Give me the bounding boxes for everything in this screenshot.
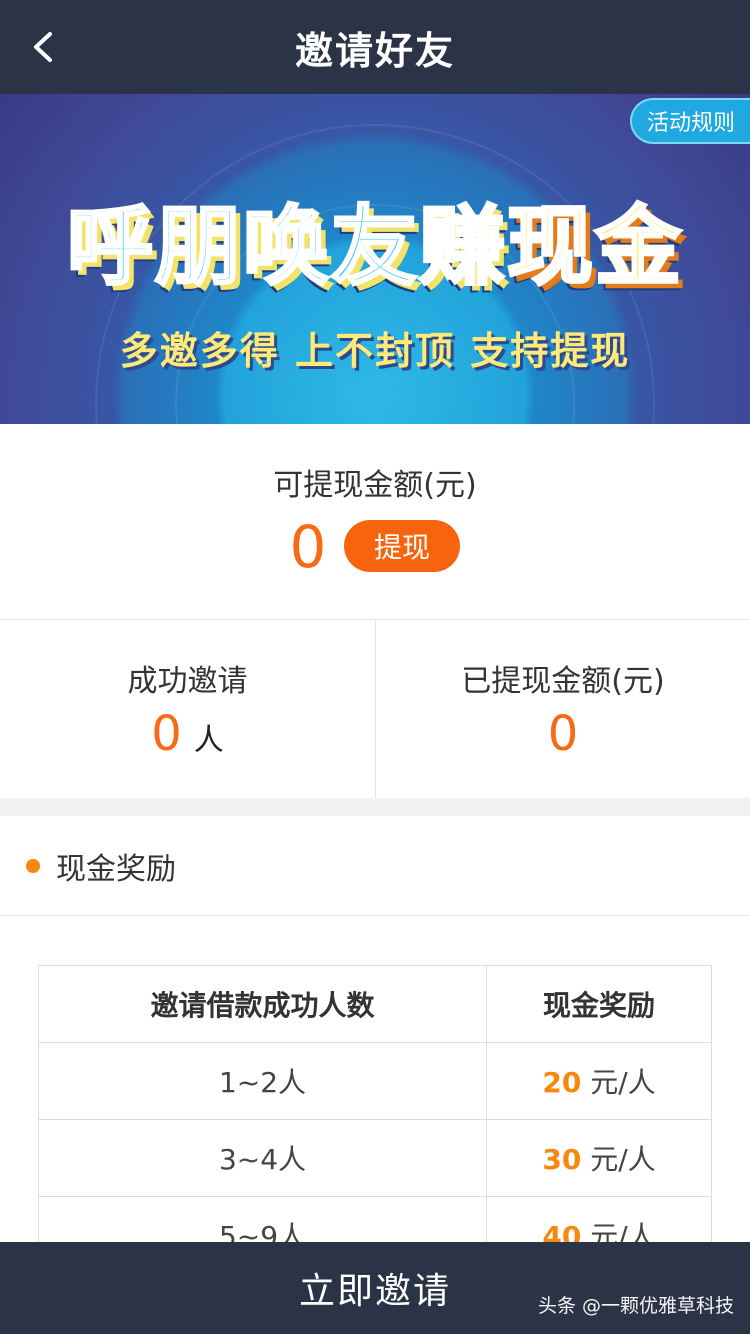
row-reward: 20 元/人 bbox=[486, 1042, 712, 1120]
banner-headline-part1: 呼朋唤友赚 bbox=[66, 196, 507, 299]
top-navbar: 邀请好友 bbox=[0, 0, 750, 94]
withdrawable-amount: 0 bbox=[289, 513, 327, 581]
withdrawn-amount-stat: 已提现金额(元) 0 bbox=[375, 620, 750, 798]
promo-banner: 活动规则 呼朋唤友赚现金 多邀多得 上不封顶 支持提现 bbox=[0, 94, 750, 424]
invite-now-button[interactable]: 立即邀请 bbox=[299, 1262, 451, 1314]
section-divider bbox=[0, 798, 750, 816]
header-cash-reward: 现金奖励 bbox=[486, 965, 712, 1043]
back-arrow-icon[interactable] bbox=[26, 28, 62, 66]
table-header-row: 邀请借款成功人数 现金奖励 bbox=[38, 965, 712, 1043]
invited-count: 0 bbox=[151, 706, 182, 762]
reward-amount: 30 bbox=[542, 1143, 582, 1176]
header-invite-count: 邀请借款成功人数 bbox=[38, 965, 487, 1043]
page-title: 邀请好友 bbox=[294, 28, 455, 73]
reward-section-header: 现金奖励 bbox=[0, 816, 750, 916]
activity-rules-button[interactable]: 活动规则 bbox=[630, 98, 750, 144]
reward-unit: 元/人 bbox=[590, 1143, 656, 1176]
stats-row: 成功邀请 0 人 已提现金额(元) 0 bbox=[0, 620, 750, 798]
row-reward: 30 元/人 bbox=[486, 1119, 712, 1197]
watermark-text: 头条 @一颗优雅草科技 bbox=[537, 1295, 734, 1317]
withdrawn-amount: 0 bbox=[547, 706, 579, 762]
withdrawable-balance-panel: 可提现金额(元) 0 提现 bbox=[0, 424, 750, 620]
reward-table: 邀请借款成功人数 现金奖励 1~2人 20 元/人 3~4人 30 元/人 5~… bbox=[38, 965, 712, 1274]
invited-unit: 人 bbox=[193, 723, 224, 758]
withdraw-button[interactable]: 提现 bbox=[344, 520, 460, 572]
invited-label: 成功邀请 bbox=[127, 664, 248, 699]
banner-headline-part2: 现金 bbox=[506, 196, 683, 299]
banner-subline: 多邀多得 上不封顶 支持提现 bbox=[119, 329, 631, 373]
row-range: 1~2人 bbox=[38, 1042, 487, 1120]
banner-headline: 呼朋唤友赚现金 bbox=[0, 176, 750, 301]
table-row: 1~2人 20 元/人 bbox=[38, 1042, 712, 1120]
reward-unit: 元/人 bbox=[590, 1066, 656, 1099]
table-row: 3~4人 30 元/人 bbox=[38, 1119, 712, 1197]
reward-amount: 20 bbox=[542, 1066, 582, 1099]
withdrawable-label: 可提现金额(元) bbox=[273, 468, 477, 503]
row-range: 3~4人 bbox=[38, 1119, 487, 1197]
reward-section-title: 现金奖励 bbox=[56, 851, 176, 887]
bottom-action-bar: 立即邀请 头条 @一颗优雅草科技 bbox=[0, 1242, 750, 1334]
invited-count-stat: 成功邀请 0 人 bbox=[0, 620, 375, 798]
bullet-dot-icon bbox=[26, 858, 40, 873]
withdrawn-label: 已提现金额(元) bbox=[461, 664, 665, 699]
